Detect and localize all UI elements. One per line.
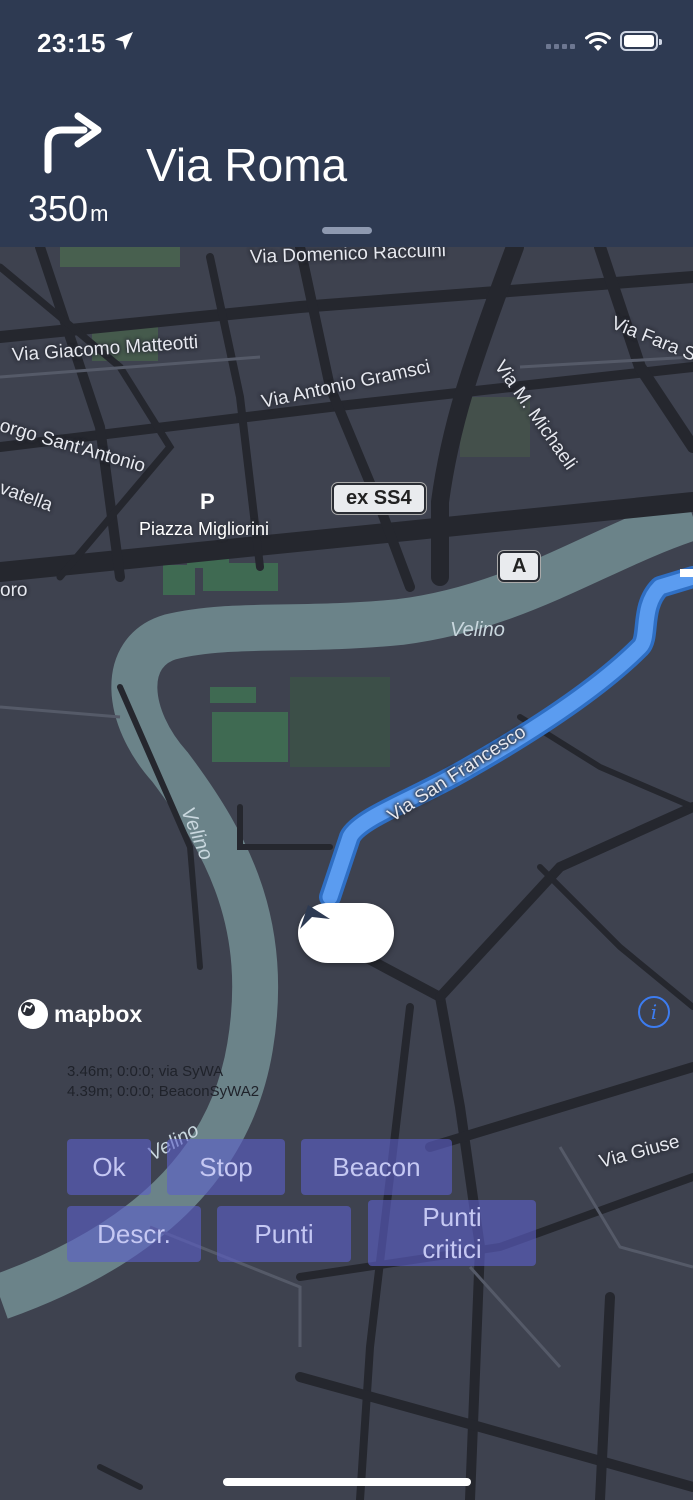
battery-icon xyxy=(620,31,662,51)
road-shield: A xyxy=(498,551,541,582)
navigation-arrow-icon xyxy=(300,905,330,929)
map-view[interactable]: Via Domenico Raccuini Via Giacomo Matteo… xyxy=(0,240,693,1500)
descr-button[interactable]: Descr. xyxy=(67,1206,201,1262)
cellular-signal-icon xyxy=(546,44,575,49)
instruction-banner[interactable]: 23:15 350m Via Roma xyxy=(0,0,693,247)
punti-button[interactable]: Punti xyxy=(217,1206,351,1262)
maneuver-distance: 350m xyxy=(28,188,108,230)
mapbox-logo[interactable]: mapbox xyxy=(18,999,142,1029)
mapbox-mark-icon xyxy=(18,999,48,1029)
location-arrow-icon xyxy=(115,32,133,50)
home-indicator[interactable] xyxy=(223,1478,471,1486)
mapbox-wordmark: mapbox xyxy=(54,1000,143,1027)
distance-value: 350 xyxy=(28,188,89,229)
status-time: 23:15 xyxy=(37,28,106,58)
navigation-screen: 23:15 350m Via Roma Via Domenico Raccuin… xyxy=(0,0,693,1500)
banner-drag-handle[interactable] xyxy=(322,227,372,234)
punti-critici-button[interactable]: Punti critici xyxy=(368,1200,536,1266)
wifi-icon xyxy=(585,32,611,51)
street-name: Via Roma xyxy=(146,139,348,191)
poi-label: Piazza Migliorini xyxy=(139,519,270,539)
ok-button[interactable]: Ok xyxy=(67,1139,151,1195)
turn-right-arrow-icon xyxy=(44,112,102,174)
debug-line-2: 4.39m; 0:0:0; BeaconSyWA2 xyxy=(67,1083,260,1100)
user-location-puck xyxy=(298,903,394,963)
stop-button[interactable]: Stop xyxy=(167,1139,285,1195)
street-label: oro xyxy=(0,580,28,601)
punti-critici-line1: Punti xyxy=(422,1201,482,1232)
beacon-button[interactable]: Beacon xyxy=(301,1139,452,1195)
debug-line-1: 3.46m; 0:0:0; via SyWA xyxy=(67,1063,224,1080)
punti-critici-line2: critici xyxy=(422,1234,482,1264)
map-canvas xyxy=(0,247,693,1500)
river-label: Velino xyxy=(450,619,505,641)
attribution-info-button[interactable]: i xyxy=(638,996,670,1028)
parking-icon: P xyxy=(200,489,215,514)
distance-unit: m xyxy=(90,201,109,226)
road-shield: ex SS4 xyxy=(332,483,426,514)
